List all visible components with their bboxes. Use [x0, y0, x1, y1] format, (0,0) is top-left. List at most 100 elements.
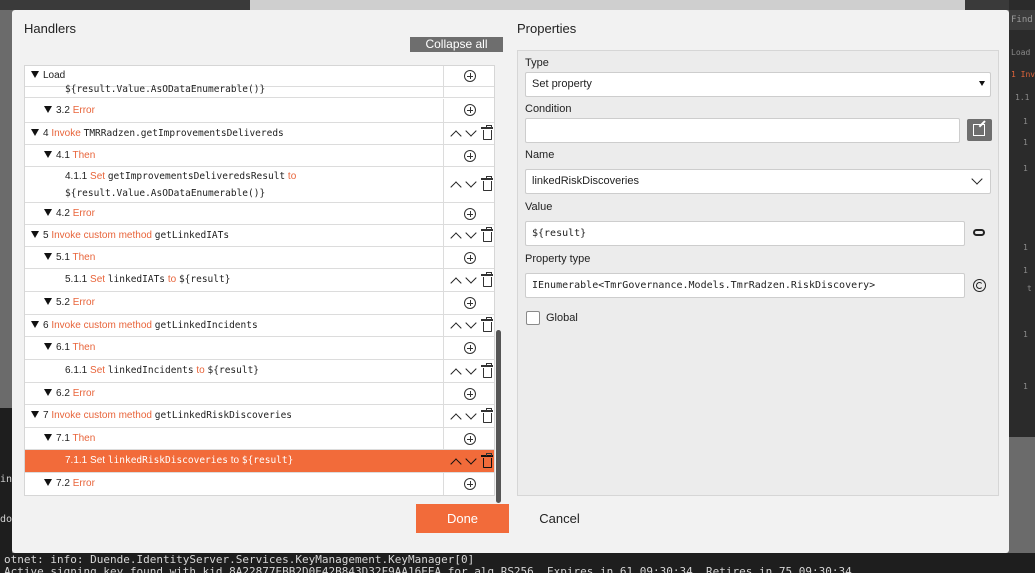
tree-scrollbar[interactable]	[496, 330, 501, 503]
open-editor-icon[interactable]	[967, 119, 992, 141]
name-select[interactable]: linkedRiskDiscoveries	[525, 169, 991, 194]
tree-row-label: 4 Invoke TMRRadzen.getImprovementsDelive…	[31, 128, 284, 139]
type-select[interactable]: Set property	[525, 72, 991, 97]
expand-triangle-icon[interactable]	[44, 297, 52, 305]
add-icon[interactable]	[464, 70, 476, 82]
row-number: 4.2	[56, 208, 70, 219]
move-down-icon[interactable]	[465, 272, 477, 284]
tree-row[interactable]: 4 Invoke TMRRadzen.getImprovementsDelive…	[25, 123, 494, 145]
condition-input[interactable]	[525, 118, 960, 143]
add-icon[interactable]	[464, 252, 476, 264]
tree-row-label: 7 Invoke custom method getLinkedRiskDisc…	[31, 410, 292, 421]
delete-icon[interactable]	[481, 176, 493, 191]
link-icon[interactable]	[973, 229, 985, 236]
move-down-icon[interactable]	[465, 227, 477, 239]
add-icon[interactable]	[464, 478, 476, 490]
tree-row[interactable]: 5.1.1 Set linkedIATs to ${result}	[25, 269, 494, 292]
row-keyword: Error	[72, 478, 95, 489]
delete-icon[interactable]	[481, 317, 493, 332]
expand-triangle-icon[interactable]	[31, 128, 39, 136]
row-actions	[447, 450, 494, 472]
move-up-icon[interactable]	[450, 413, 462, 425]
move-down-icon[interactable]	[465, 363, 477, 375]
tree-row[interactable]: ${result.Value.AsODataEnumerable()}	[25, 84, 494, 98]
tree-row[interactable]: 5 Invoke custom method getLinkedIATs	[25, 225, 494, 247]
row-keyword: Invoke custom method	[51, 410, 152, 421]
row-keyword: Error	[72, 105, 95, 116]
move-up-icon[interactable]	[450, 130, 462, 142]
add-icon[interactable]	[464, 433, 476, 445]
move-up-icon[interactable]	[450, 458, 462, 470]
move-up-icon[interactable]	[450, 181, 462, 193]
row-keyword: Set	[90, 365, 106, 376]
expand-triangle-icon[interactable]	[44, 478, 52, 486]
expand-triangle-icon[interactable]	[31, 70, 39, 78]
value-input[interactable]: ${result}	[525, 221, 965, 246]
copyright-icon[interactable]	[973, 279, 986, 292]
move-up-icon[interactable]	[450, 368, 462, 380]
expand-triangle-icon[interactable]	[44, 105, 52, 113]
background-line: 1 Invo	[1011, 70, 1035, 79]
row-keyword: Then	[72, 342, 96, 353]
add-icon[interactable]	[464, 104, 476, 116]
tree-row-main: 4 Invoke TMRRadzen.getImprovementsDelive…	[25, 123, 444, 144]
expand-triangle-icon[interactable]	[44, 208, 52, 216]
move-down-icon[interactable]	[465, 176, 477, 188]
expand-triangle-icon[interactable]	[31, 320, 39, 328]
row-actions	[447, 473, 494, 495]
chevron-down-icon	[971, 173, 983, 185]
property-type-input[interactable]: IEnumerable<TmrGovernance.Models.TmrRadz…	[525, 273, 965, 298]
tree-row[interactable]: 7.1 Then	[25, 428, 494, 450]
tree-row[interactable]: 7 Invoke custom method getLinkedRiskDisc…	[25, 405, 494, 428]
move-up-icon[interactable]	[450, 232, 462, 244]
delete-icon[interactable]	[481, 363, 493, 378]
tree-row[interactable]: 7.2 Error	[25, 473, 494, 495]
tree-row-main: 6.2 Error	[25, 383, 444, 404]
background-console-bottom: otnet: info: Duende.IdentityServer.Servi…	[0, 553, 1035, 573]
expand-triangle-icon[interactable]	[44, 388, 52, 396]
expand-triangle-icon[interactable]	[44, 433, 52, 441]
tree-row-selected[interactable]: 7.1.1 Set linkedRiskDiscoveries to ${res…	[25, 450, 494, 473]
tree-row[interactable]: 6.1.1 Set linkedIncidents to ${result}	[25, 360, 494, 383]
tree-row[interactable]: 4.1 Then	[25, 145, 494, 167]
delete-icon[interactable]	[481, 272, 493, 287]
expand-triangle-icon[interactable]	[44, 150, 52, 158]
move-down-icon[interactable]	[465, 453, 477, 465]
delete-icon[interactable]	[481, 453, 493, 468]
move-up-icon[interactable]	[450, 322, 462, 334]
tree-row[interactable]: 6.2 Error	[25, 383, 494, 405]
expand-triangle-icon[interactable]	[31, 230, 39, 238]
tree-row[interactable]: 4.1.1 Set getImprovementsDeliveredsResul…	[25, 167, 494, 203]
add-icon[interactable]	[464, 342, 476, 354]
tree-row-label: 4.1 Then	[44, 150, 95, 161]
global-checkbox[interactable]	[526, 311, 540, 325]
expand-triangle-icon[interactable]	[44, 252, 52, 260]
to-keyword: to	[230, 455, 240, 466]
move-down-icon[interactable]	[465, 317, 477, 329]
expand-triangle-icon[interactable]	[31, 410, 39, 418]
tree-row[interactable]: 3.2 Error	[25, 99, 494, 123]
delete-icon[interactable]	[481, 125, 493, 140]
add-icon[interactable]	[464, 208, 476, 220]
tree-row[interactable]: 6.1 Then	[25, 337, 494, 360]
handlers-tree[interactable]: Load ${result.Value.AsODataEnumerable()}…	[24, 65, 495, 496]
row-keyword: Then	[72, 150, 96, 161]
delete-icon[interactable]	[481, 408, 493, 423]
add-icon[interactable]	[464, 297, 476, 309]
tree-row[interactable]: 5.2 Error	[25, 292, 494, 315]
tree-row-label: 6.1.1 Set linkedIncidents to ${result}	[65, 365, 259, 376]
move-up-icon[interactable]	[450, 277, 462, 289]
add-icon[interactable]	[464, 150, 476, 162]
collapse-all-button[interactable]: Collapse all	[410, 37, 503, 52]
tree-row[interactable]: 5.1 Then	[25, 247, 494, 269]
add-icon[interactable]	[464, 388, 476, 400]
expand-triangle-icon[interactable]	[44, 342, 52, 350]
cancel-button[interactable]: Cancel	[522, 504, 597, 533]
background-console-left: info dotn	[0, 408, 12, 553]
tree-row[interactable]: 4.2 Error	[25, 203, 494, 225]
tree-row[interactable]: 6 Invoke custom method getLinkedIncident…	[25, 315, 494, 337]
move-down-icon[interactable]	[465, 408, 477, 420]
move-down-icon[interactable]	[465, 125, 477, 137]
done-button[interactable]: Done	[416, 504, 509, 533]
delete-icon[interactable]	[481, 227, 493, 242]
